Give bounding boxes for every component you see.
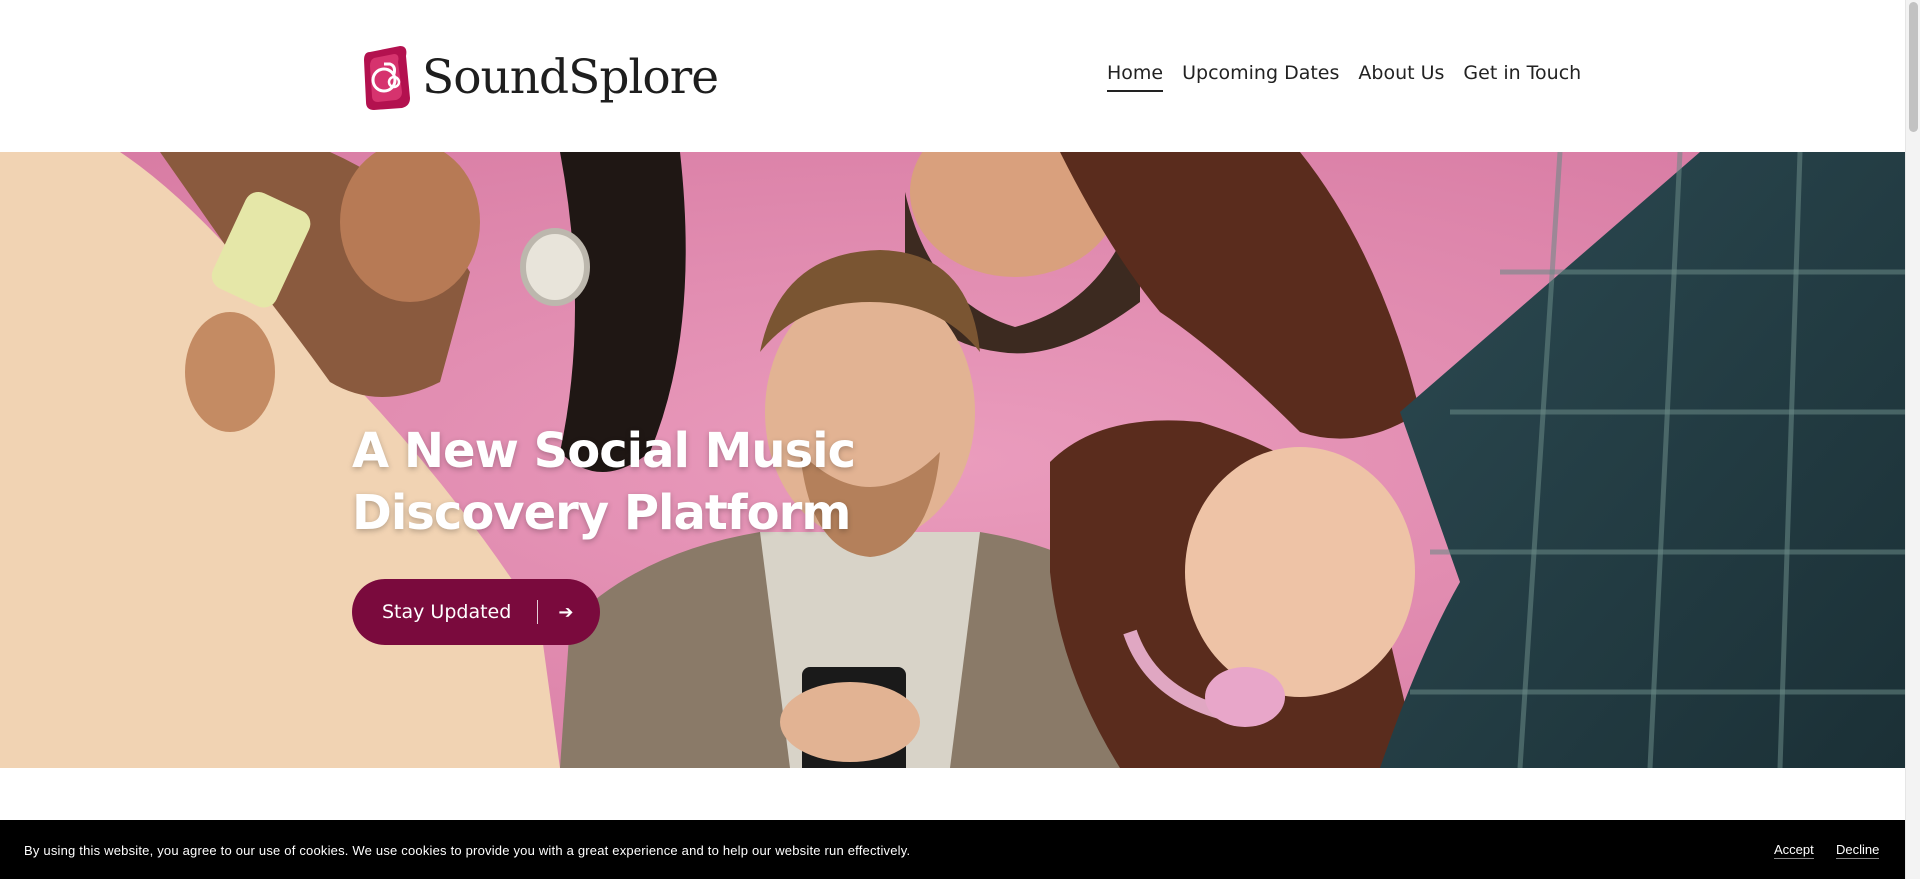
nav-item-get-in-touch[interactable]: Get in Touch [1463,62,1581,92]
hero-title-line-2: Discovery Platform [352,485,851,541]
accept-cookies-button[interactable]: Accept [1774,842,1814,859]
arrow-right-icon: ➔ [558,601,574,623]
hero-banner: A New Social Music Discovery Platform St… [0,152,1905,768]
brand-logo-icon [364,46,410,110]
nav-item-home[interactable]: Home [1107,62,1164,92]
decline-cookies-button[interactable]: Decline [1836,842,1880,859]
stay-updated-button[interactable]: Stay Updated ➔ [352,579,600,645]
nav-item-about-us[interactable]: About Us [1358,62,1444,92]
main-nav: Home Upcoming Dates About Us Get in Touc… [1107,62,1581,92]
cookie-message: By using this website, you agree to our … [24,843,911,858]
site-header: SoundSplore Home Upcoming Dates About Us… [0,0,1905,152]
nav-item-upcoming-dates[interactable]: Upcoming Dates [1182,62,1339,92]
scrollbar-thumb[interactable] [1909,2,1918,132]
brand-name: SoundSplore [422,49,719,105]
page-scrollbar[interactable] [1905,0,1920,879]
stay-updated-label: Stay Updated [382,601,512,623]
hero-title-line-1: A New Social Music [352,423,856,479]
button-divider [537,600,539,624]
brand-logo[interactable]: SoundSplore [360,44,719,110]
cookie-consent-bar: By using this website, you agree to our … [0,820,1905,879]
hero-background-image [0,152,1905,768]
hero-title: A New Social Music Discovery Platform [352,420,912,544]
